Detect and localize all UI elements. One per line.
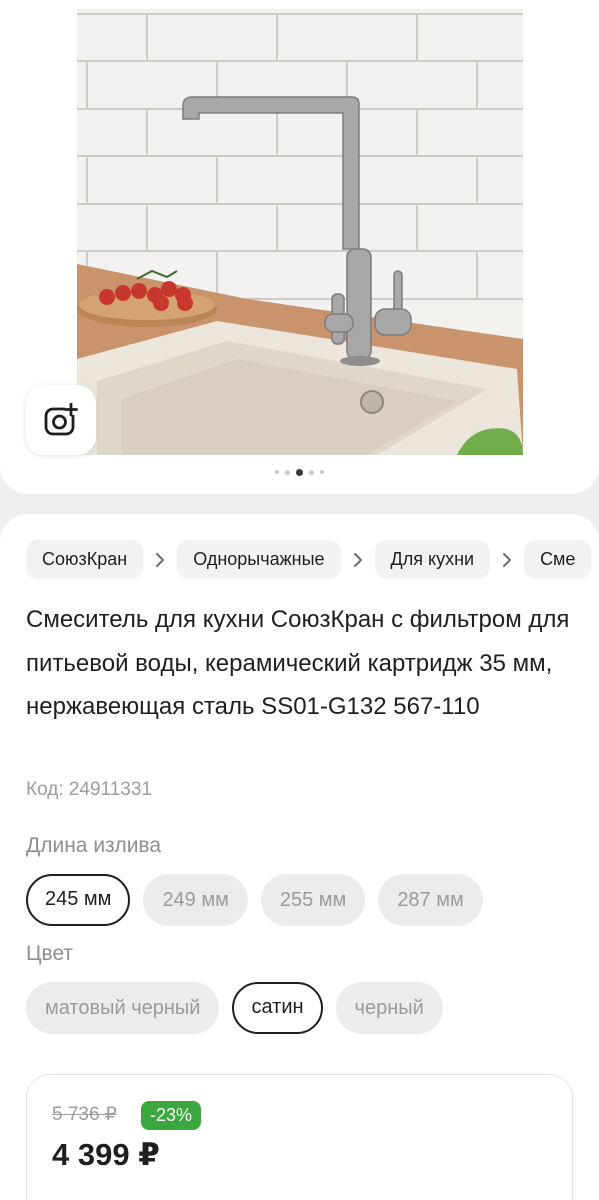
- spout-length-option[interactable]: 287 мм: [378, 874, 483, 926]
- color-option[interactable]: черный: [335, 982, 443, 1034]
- color-options: матовый черный сатин черный: [26, 982, 443, 1034]
- color-option[interactable]: матовый черный: [26, 982, 220, 1034]
- chevron-right-icon: [341, 552, 375, 568]
- product-code: Код: 24911331: [26, 779, 152, 800]
- breadcrumb-item[interactable]: Сме: [524, 540, 592, 579]
- color-label: Цвет: [26, 942, 74, 965]
- color-option-selected[interactable]: сатин: [232, 982, 323, 1034]
- pagination-dot[interactable]: [309, 469, 314, 475]
- current-price: 4 399 ₽: [52, 1137, 160, 1172]
- chevron-right-icon: [490, 552, 524, 568]
- pagination-dot-active[interactable]: [296, 468, 303, 476]
- spout-length-label: Длина излива: [26, 834, 162, 857]
- product-title: Смеситель для кухни СоюзКран с фильтром …: [26, 606, 570, 720]
- spout-length-option-selected[interactable]: 245 мм: [26, 874, 131, 926]
- visual-search-button[interactable]: [26, 385, 96, 455]
- spout-length-option[interactable]: 249 мм: [143, 874, 248, 926]
- old-price: 5 736 ₽: [52, 1104, 117, 1125]
- discount-badge: -23%: [141, 1101, 202, 1130]
- breadcrumb-item[interactable]: Для кухни: [374, 540, 491, 579]
- pagination-dot[interactable]: [320, 470, 324, 474]
- breadcrumb-item[interactable]: Однорычажные: [177, 540, 341, 579]
- spout-length-options: 245 мм 249 мм 255 мм 287 мм: [26, 874, 483, 926]
- chevron-right-icon: [143, 552, 177, 568]
- gallery-pagination: [0, 467, 599, 477]
- spout-length-option[interactable]: 255 мм: [260, 874, 366, 926]
- price-card: 5 736 ₽ -23% 4 399 ₽: [26, 1074, 573, 1200]
- breadcrumb-item[interactable]: СоюзКран: [26, 540, 144, 579]
- product-photo[interactable]: [77, 9, 523, 455]
- product-info-card: СоюзКран Однорычажные Для кухни Сме Смес…: [0, 514, 599, 1200]
- breadcrumb: СоюзКран Однорычажные Для кухни Сме: [26, 540, 599, 579]
- pagination-dot[interactable]: [285, 469, 290, 475]
- pagination-dot[interactable]: [275, 470, 279, 474]
- camera-plus-icon: [44, 403, 78, 436]
- product-gallery: [0, 0, 599, 494]
